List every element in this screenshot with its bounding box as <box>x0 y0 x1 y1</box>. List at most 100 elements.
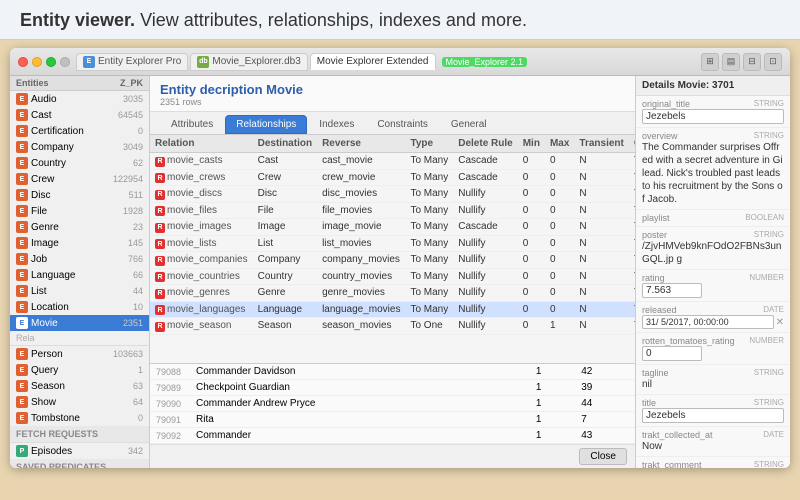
table-row[interactable]: Rmovie_countries Country country_movies … <box>150 268 635 285</box>
close-button[interactable] <box>18 57 28 67</box>
tab-general[interactable]: General <box>440 115 498 134</box>
sidebar-item-location[interactable]: E Location 10 <box>10 299 149 315</box>
table-row[interactable]: Rmovie_lists List list_movies To Many Nu… <box>150 235 635 252</box>
detail-value-input-rotten_tomatoes_rating[interactable] <box>642 346 702 361</box>
table-row[interactable]: Rmovie_files File file_movies To Many Nu… <box>150 202 635 219</box>
entity-count: 122954 <box>113 174 143 184</box>
sidebar-item-cast[interactable]: E Cast 64545 <box>10 107 149 123</box>
rel-icon: R <box>155 322 165 332</box>
detail-value-input-title[interactable] <box>642 408 784 423</box>
detail-value-input-released[interactable] <box>642 315 774 329</box>
rel-max: 0 <box>545 219 574 236</box>
rel-max: 0 <box>545 301 574 318</box>
sidebar-item-country[interactable]: E Country 62 <box>10 155 149 171</box>
entity-name: Company <box>31 142 120 153</box>
sidebar-item-episodes[interactable]: P Episodes 342 <box>10 443 149 459</box>
tab-attributes[interactable]: Attributes <box>160 115 224 134</box>
close-button-bottom[interactable]: Close <box>579 448 627 465</box>
sidebar-item-show[interactable]: E Show 64 <box>10 394 149 410</box>
sidebar-item-genre[interactable]: E Genre 23 <box>10 219 149 235</box>
sidebar-item-disc[interactable]: E Disc 511 <box>10 187 149 203</box>
entity-title: Entity decription Movie <box>160 82 625 97</box>
sidebar-item-crew[interactable]: E Crew 122954 <box>10 171 149 187</box>
sidebar-item-person[interactable]: E Person 103663 <box>10 346 149 362</box>
ctrl-btn-1[interactable]: ⊞ <box>701 53 719 71</box>
tab-extended[interactable]: Movie Explorer Extended <box>310 53 436 70</box>
sidebar-item-audio[interactable]: E Audio 3035 <box>10 91 149 107</box>
ctrl-btn-3[interactable]: ⊟ <box>743 53 761 71</box>
clear-icon[interactable]: ✕ <box>776 317 784 328</box>
entity-icon: E <box>16 173 28 185</box>
table-row[interactable]: Rmovie_companies Company company_movies … <box>150 252 635 269</box>
ctrl-btn-2[interactable]: ▤ <box>722 53 740 71</box>
tab-indexes[interactable]: Indexes <box>308 115 365 134</box>
minimize-button[interactable] <box>32 57 42 67</box>
detail-field-released: released DATE ✕ <box>636 302 790 333</box>
entity-count: 64545 <box>118 110 143 120</box>
row-c2: 1 <box>530 428 575 444</box>
list-item[interactable]: 79089 Checkpoint Guardian 1 39 <box>150 380 635 396</box>
tab-entity-explorer[interactable]: E Entity Explorer Pro <box>76 53 188 71</box>
rel-reverse: crew_movie <box>317 169 405 186</box>
entity-count: 0 <box>138 413 143 423</box>
rel-name: movie_companies <box>167 254 248 265</box>
rel-type: To Many <box>405 169 453 186</box>
sidebar-item-job[interactable]: E Job 766 <box>10 251 149 267</box>
table-row[interactable]: Rmovie_casts Cast cast_movie To Many Cas… <box>150 153 635 170</box>
col-header-min: Min <box>518 135 545 153</box>
detail-type-poster: STRING <box>754 230 784 240</box>
tab-relationships[interactable]: Relationships <box>225 115 307 134</box>
list-item[interactable]: 79090 Commander Andrew Pryce 1 44 <box>150 396 635 412</box>
list-item[interactable]: 79091 Rita 1 7 <box>150 412 635 428</box>
entity-icon: E <box>16 317 28 329</box>
entity-count: 145 <box>128 238 143 248</box>
sidebar-item-query[interactable]: E Query 1 <box>10 362 149 378</box>
episode-icon: P <box>16 445 28 457</box>
detail-value-input-original_title[interactable] <box>642 109 784 124</box>
detail-value-poster: /ZjvHMVeb9knFOdO2FBNs3unGQL.jp g <box>642 240 784 266</box>
entity-name: Show <box>31 397 130 408</box>
rel-type: To Many <box>405 235 453 252</box>
table-row[interactable]: Rmovie_images Image image_movie To Many … <box>150 219 635 236</box>
entity-icon: E <box>16 125 28 137</box>
rel-name: movie_casts <box>167 155 223 166</box>
row-name: Rita <box>190 412 530 428</box>
rel-max: 1 <box>545 318 574 335</box>
rel-reverse: season_movies <box>317 318 405 335</box>
sidebar-item-movie[interactable]: E Movie 2351 <box>10 315 149 331</box>
row-name: Commander Andrew Pryce <box>190 396 530 412</box>
sidebar-item-language[interactable]: E Language 66 <box>10 267 149 283</box>
detail-label-trakt_comment: trakt_comment STRING <box>642 460 784 468</box>
rel-min: 0 <box>518 153 545 170</box>
sidebar-item-list[interactable]: E List 44 <box>10 283 149 299</box>
sidebar-item-season[interactable]: E Season 63 <box>10 378 149 394</box>
tab-db-file[interactable]: db Movie_Explorer.db3 <box>190 53 307 71</box>
entity-icon: E <box>16 221 28 233</box>
sidebar-item-tombstone[interactable]: E Tombstone 0 <box>10 410 149 426</box>
table-row[interactable]: Rmovie_genres Genre genre_movies To Many… <box>150 285 635 302</box>
sidebar-item-image[interactable]: E Image 145 <box>10 235 149 251</box>
rel-dest: Disc <box>253 186 317 203</box>
rel-trans: N <box>574 268 628 285</box>
rel-name: movie_crews <box>167 172 225 183</box>
tab-constraints[interactable]: Constraints <box>366 115 439 134</box>
detail-label-rotten_tomatoes_rating: rotten_tomatoes_rating NUMBER <box>642 336 784 346</box>
detail-value-input-rating[interactable] <box>642 283 702 298</box>
entity-icon: E <box>16 237 28 249</box>
table-row[interactable]: Rmovie_crews Crew crew_movie To Many Cas… <box>150 169 635 186</box>
extra-button[interactable] <box>60 57 70 67</box>
table-row[interactable]: Rmovie_languages Language language_movie… <box>150 301 635 318</box>
maximize-button[interactable] <box>46 57 56 67</box>
entity-name: Movie <box>31 318 120 329</box>
list-item[interactable]: 79092 Commander 1 43 <box>150 428 635 444</box>
table-row[interactable]: Rmovie_season Season season_movies To On… <box>150 318 635 335</box>
sidebar-item-certification[interactable]: E Certification 0 <box>10 123 149 139</box>
list-item[interactable]: 79088 Commander Davidson 1 42 <box>150 364 635 380</box>
sidebar-item-company[interactable]: E Company 3049 <box>10 139 149 155</box>
rel-trans: N <box>574 202 628 219</box>
entity-count: 103663 <box>113 349 143 359</box>
sidebar-item-file[interactable]: E File 1928 <box>10 203 149 219</box>
table-row[interactable]: Rmovie_discs Disc disc_movies To Many Nu… <box>150 186 635 203</box>
ctrl-btn-4[interactable]: ⊡ <box>764 53 782 71</box>
rel-reverse: list_movies <box>317 235 405 252</box>
